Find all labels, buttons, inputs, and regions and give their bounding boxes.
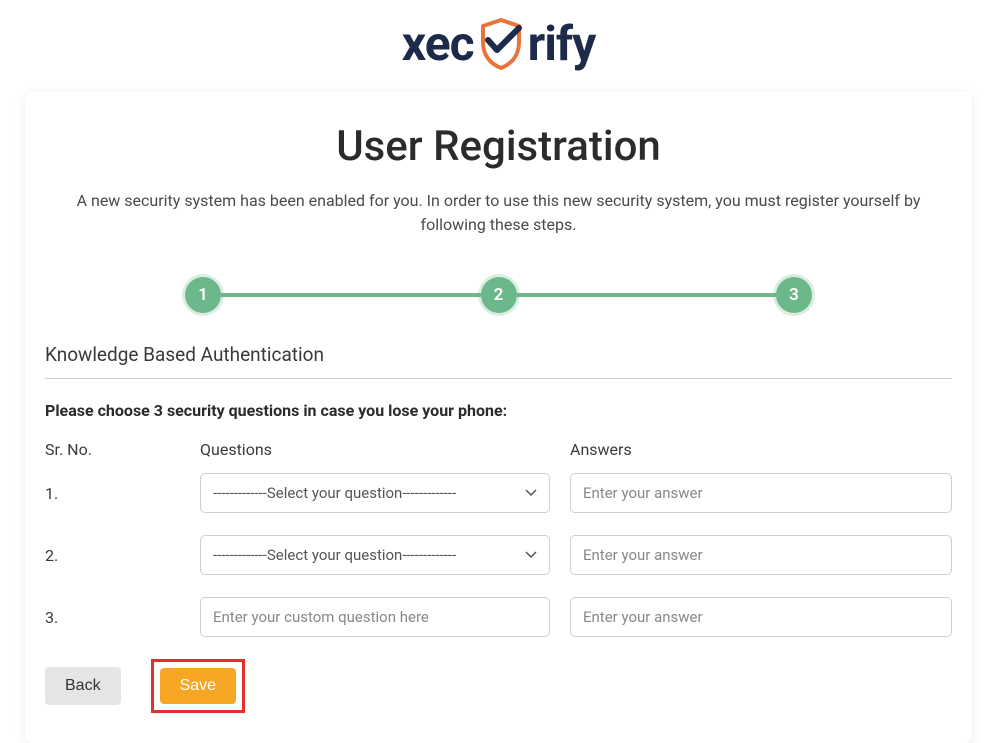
step-line: [221, 293, 481, 297]
back-button[interactable]: Back: [45, 667, 121, 705]
button-row: Back Save: [45, 659, 952, 713]
step-1: 1: [185, 277, 221, 313]
logo: xec rify: [402, 15, 596, 72]
row-sr-3: 3.: [45, 608, 180, 627]
answer-input-2[interactable]: [570, 535, 952, 575]
answer-input-3[interactable]: [570, 597, 952, 637]
question-select-1[interactable]: -------------Select your question-------…: [200, 473, 550, 513]
security-questions-table: Sr. No. Questions Answers 1. -----------…: [45, 440, 952, 637]
table-row: 3.: [45, 597, 952, 637]
table-row: 1. -------------Select your question----…: [45, 473, 952, 513]
shield-icon: [477, 18, 525, 70]
table-header: Sr. No. Questions Answers: [45, 440, 952, 459]
page-title: User Registration: [45, 122, 952, 171]
save-highlight-box: Save: [151, 659, 245, 713]
step-3: 3: [776, 277, 812, 313]
instruction-text: Please choose 3 security questions in ca…: [45, 401, 952, 420]
header-questions: Questions: [200, 440, 550, 459]
page-subtitle: A new security system has been enabled f…: [64, 189, 934, 237]
header-sr-no: Sr. No.: [45, 440, 180, 459]
row-sr-2: 2.: [45, 546, 180, 565]
logo-text-right: rify: [528, 15, 596, 72]
registration-card: User Registration A new security system …: [25, 92, 972, 743]
section-title: Knowledge Based Authentication: [45, 343, 952, 379]
step-line: [517, 293, 777, 297]
step-2: 2: [481, 277, 517, 313]
table-row: 2. -------------Select your question----…: [45, 535, 952, 575]
logo-container: xec rify: [0, 0, 997, 82]
answer-input-1[interactable]: [570, 473, 952, 513]
save-button[interactable]: Save: [160, 668, 236, 704]
question-select-2[interactable]: -------------Select your question-------…: [200, 535, 550, 575]
custom-question-input[interactable]: [200, 597, 550, 637]
logo-text-left: xec: [402, 15, 474, 72]
row-sr-1: 1.: [45, 484, 180, 503]
header-answers: Answers: [570, 440, 952, 459]
progress-stepper: 1 2 3: [45, 257, 952, 343]
